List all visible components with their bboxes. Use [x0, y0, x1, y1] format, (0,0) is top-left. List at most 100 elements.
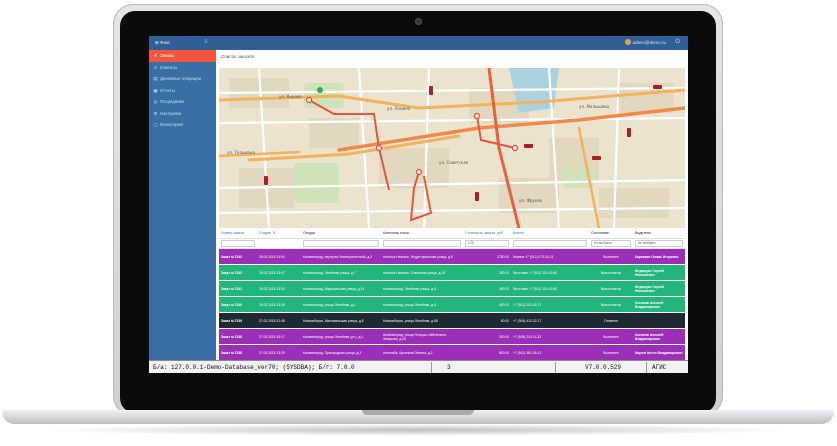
sidebar-icon: ◎ [153, 99, 158, 104]
map-label: ул. Советская [439, 160, 469, 165]
user-menu[interactable]: admin@demo.ru [633, 40, 666, 45]
cell-text: Ангелиба, Арсеньев Ленина, д.2 [383, 350, 433, 355]
cell-text: Калининград, переулок Университетский, д… [303, 254, 373, 259]
status-version: V7.0.0.529 [585, 364, 622, 371]
camera-icon [415, 18, 422, 25]
table-cell-state: Выполняется [589, 280, 633, 297]
table-cell-from: Новосибирск, Маломяньшая улица, д.8 [301, 312, 381, 329]
sidebar: ♥ Заказы ♙ Клиенты ▤ Денежные операции ▣ Отчеты… [149, 50, 216, 360]
cell-text: Ярославл +7 (912) 114-00-80 [513, 270, 558, 275]
column-header[interactable]: Создан ⇅ [257, 228, 301, 239]
column-header[interactable]: Состояние [589, 228, 633, 239]
cell-text: 250.00 [498, 270, 509, 275]
map-label: ул. Кирова [279, 94, 302, 99]
column-header[interactable]: Номер заказа [219, 228, 257, 239]
table-cell-state: Выполняется [589, 264, 633, 281]
sidebar-icon: ♥ [154, 53, 157, 58]
table-cell-to: посёлок Невское, Советская улица, д.15 [381, 264, 463, 281]
table-row[interactable]: Заказ №7340 28.02.2018 13:28 Калининград, … [219, 296, 685, 313]
column-header[interactable]: Стоимость заказа, руб [463, 228, 511, 239]
sidebar-item-2[interactable]: ▤ Денежные операции [149, 73, 216, 85]
status-divider [431, 362, 432, 373]
column-header[interactable]: Клиент [511, 228, 589, 239]
cell-text: 28.02.2018 14:54 [259, 254, 285, 259]
filter-input[interactable] [383, 240, 461, 247]
cell-text[interactable]: Заказ №7338 [221, 351, 242, 355]
cell-text: 400.00 [498, 302, 509, 307]
table-cell-client: +7 (904) 412-22-17 [511, 312, 589, 329]
cell-text: Калининград, Литейная улица, д.8 [383, 286, 436, 291]
cell-text[interactable]: Заказ №7340 [221, 303, 242, 307]
cell-text: Калининград, улица Литейная (ул.), д.1 [303, 334, 364, 339]
table-cell-from: Калининград, Маршальская улица, д.14 [301, 280, 381, 297]
table-row[interactable]: Заказ №7339 27.02.2018 22:48 Новосибирск, … [219, 312, 685, 329]
column-header[interactable]: Откуда [301, 228, 381, 239]
filter-row: 0.00 Не выбрано Не выбрано [219, 238, 685, 249]
cell-text[interactable]: Заказ №7339 [221, 319, 242, 323]
status-connection: Б/а: 127.0.0.1-Demo-Database_ver70; (SYS… [153, 364, 355, 371]
sidebar-item-5[interactable]: ⚙ Настройки [149, 108, 216, 120]
table-cell-num: Заказ №7343 [219, 248, 257, 265]
table-cell-driver: Медведев Сергей Николаевич [633, 280, 685, 297]
table-cell-cost: 400.00 [463, 296, 511, 313]
filter-input[interactable] [221, 240, 255, 247]
table-cell-state: Отменен [589, 312, 633, 329]
cell-text: 350.00 [498, 286, 509, 291]
cell-text: 800.00 [498, 350, 509, 355]
signout-icon[interactable]: ⏻ [675, 39, 680, 46]
filter-input[interactable]: Не выбрано [591, 240, 631, 247]
cell-text: Выполнен [603, 334, 619, 339]
cell-text[interactable]: Заказ №7341 [221, 287, 242, 291]
table-row[interactable]: Заказ №7338 27.02.2018 18:17 Калининград, … [219, 328, 685, 345]
menu-toggle-icon[interactable]: ≡ [204, 39, 208, 45]
column-header[interactable]: Конечная точка [381, 228, 463, 239]
sidebar-item-0[interactable]: ♥ Заказы [149, 50, 216, 62]
table-row[interactable]: Заказ №7343 28.02.2018 14:54 Калининград, … [219, 248, 685, 265]
filter-input[interactable] [303, 240, 379, 247]
sidebar-item-6[interactable]: ▢ Мониторинг [149, 119, 216, 131]
cell-text: 2750.00 [497, 254, 509, 259]
sidebar-item-3[interactable]: ▣ Отчеты [149, 85, 216, 97]
sidebar-icon: ▤ [153, 76, 158, 81]
cell-text: 27.02.2018 22:48 [259, 318, 285, 323]
cell-text: 28.02.2018 13:34 [259, 286, 285, 291]
brand-logo[interactable]: ⊞ Фикс [155, 40, 170, 46]
cell-text[interactable]: Заказ №7342 [221, 271, 242, 275]
map-canvas[interactable]: ул. Кирова ул. Тельмана ул. Ленина ул. М… [219, 68, 685, 228]
sidebar-item-label: Отчеты [160, 87, 175, 93]
sidebar-item-1[interactable]: ♙ Клиенты [149, 62, 216, 74]
table-cell-to: Новосибирск, улица Литейная, д.68 [381, 312, 463, 329]
filter-input[interactable]: Не выбрано [635, 240, 683, 247]
table-cell-num: Заказ №7339 [219, 312, 257, 329]
filter-input[interactable] [513, 240, 587, 247]
table-cell-cost: 80.00 [463, 312, 511, 329]
table-cell-num: Заказ №7342 [219, 264, 257, 281]
table-cell-cost: 300.00 [463, 328, 511, 345]
cell-text: Калининград, Пригородная улица, д.3 [303, 350, 362, 355]
cell-text: Калининград, улица Генерал-Лейтенанта За… [383, 332, 447, 341]
table-cell-num: Заказ №7340 [219, 296, 257, 313]
cell-text: Выполняется [600, 286, 622, 291]
table-cell-num: Заказ №7338 [219, 344, 257, 360]
table-row[interactable]: Заказ №7341 28.02.2018 13:34 Калининград, … [219, 280, 685, 297]
table-cell-date: 28.02.2018 14:54 [257, 248, 301, 265]
table-cell-to: Калининград, Литейная улица, д.8 [381, 280, 463, 297]
table-cell-driver: Косилов Алексей Владимирович [633, 328, 685, 345]
cell-text: Караваев Олжас Игоревич [635, 254, 679, 259]
table-row[interactable]: Заказ №7338 27.02.2018 13:29 Калининград, … [219, 344, 685, 360]
filter-input[interactable]: 0.00 [465, 240, 509, 247]
table-cell-driver: Косилов Алексей Владимирович [633, 296, 685, 313]
column-header[interactable]: Водитель [633, 228, 685, 239]
user-avatar[interactable] [625, 39, 631, 45]
table-row[interactable]: Заказ №7342 28.02.2018 13:47 Калининград, … [219, 264, 685, 281]
table-cell-client: +7 (912) 381-06-12 [511, 344, 589, 360]
cell-text: Выполняется [600, 270, 622, 275]
cell-text: Ярославл +7 (912) 114-00-80 [513, 286, 558, 291]
cell-text: 80.00 [500, 318, 509, 323]
cell-text: Ищеев Антон Владимирович [635, 350, 683, 355]
sidebar-item-4[interactable]: ◎ Посредники [149, 96, 216, 108]
orders-map[interactable]: ул. Кирова ул. Тельмана ул. Ленина ул. М… [219, 68, 685, 228]
cell-text[interactable]: Заказ №7343 [221, 255, 242, 259]
cell-text[interactable]: Заказ №7338 [221, 335, 242, 339]
table-cell-client: Ярославл +7 (912) 114-00-80 [511, 280, 589, 297]
